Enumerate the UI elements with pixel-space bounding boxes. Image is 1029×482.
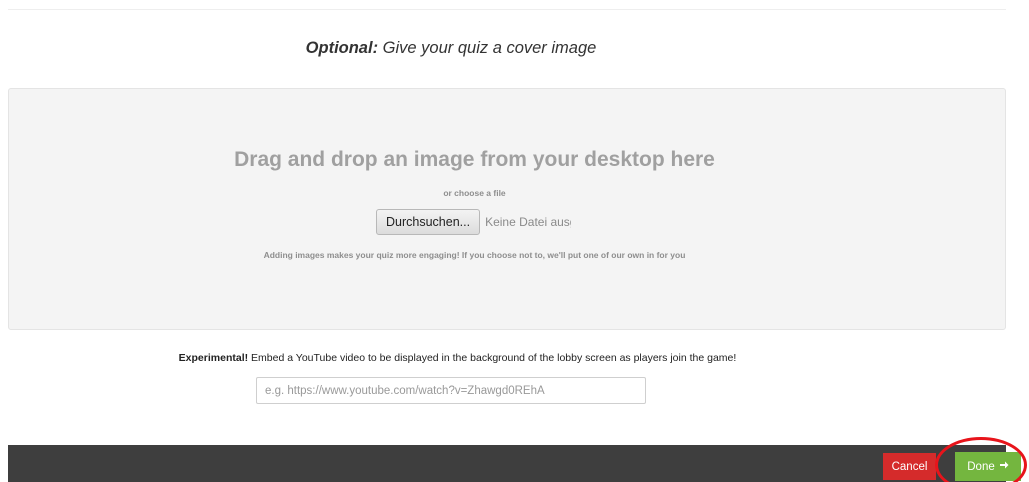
- cover-heading-bold: Optional:: [305, 39, 379, 57]
- experimental-label: Experimental!: [178, 352, 249, 364]
- dropzone-subtitle: or choose a file: [443, 188, 506, 198]
- image-dropzone[interactable]: Drag and drop an image from your desktop…: [8, 88, 1006, 330]
- cancel-button[interactable]: Cancel: [883, 453, 936, 480]
- arrow-right-icon: [999, 460, 1009, 473]
- browse-file-button[interactable]: Durchsuchen...: [376, 209, 481, 235]
- top-divider: [8, 9, 1006, 10]
- cover-image-heading: Optional: Give your quiz a cover image: [0, 39, 902, 58]
- dropzone-title: Drag and drop an image from your desktop…: [234, 148, 715, 171]
- file-picker[interactable]: Durchsuchen... Keine Datei ausgewählt.: [376, 209, 571, 235]
- footer-bar: [8, 445, 1006, 482]
- youtube-embed-description: Experimental! Embed a YouTube video to b…: [0, 352, 915, 364]
- youtube-embed-text: Embed a YouTube video to be displayed in…: [248, 352, 737, 364]
- cancel-button-label: Cancel: [891, 460, 928, 473]
- file-status-text: Keine Datei ausgewählt.: [485, 215, 571, 229]
- done-button-label: Done: [967, 460, 995, 473]
- done-button[interactable]: Done: [955, 452, 1021, 481]
- dropzone-hint: Adding images makes your quiz more engag…: [263, 250, 686, 260]
- cover-heading-text: Give your quiz a cover image: [378, 39, 597, 57]
- youtube-url-input[interactable]: [256, 377, 646, 404]
